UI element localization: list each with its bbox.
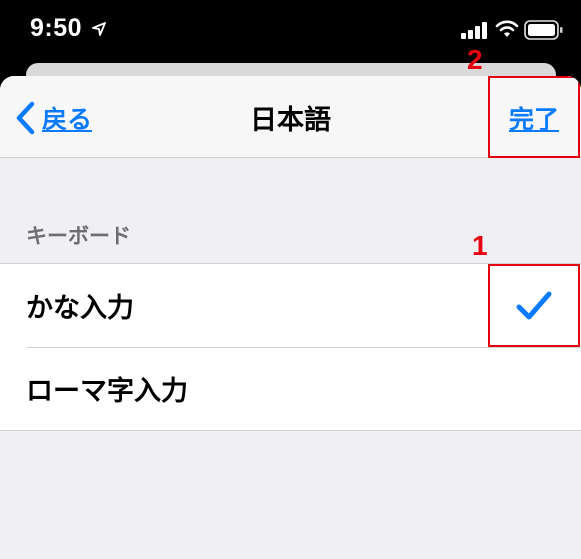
selected-checkmark-highlight xyxy=(488,264,580,347)
battery-icon xyxy=(524,20,563,40)
cellular-signal-icon xyxy=(461,22,487,39)
keyboard-options-list: かな入力 ローマ字入力 xyxy=(0,263,581,431)
navigation-bar: 戻る 日本語 完了 xyxy=(0,76,581,158)
location-arrow-icon xyxy=(92,22,106,36)
status-time: 9:50 xyxy=(30,14,83,42)
list-item-label: かな入力 xyxy=(26,293,134,324)
checkmark-icon xyxy=(516,291,552,319)
done-button-label: 完了 xyxy=(508,105,559,134)
list-item-label: ローマ字入力 xyxy=(26,376,188,407)
step-annotation-1: 1 xyxy=(472,230,488,261)
list-item-romaji-input[interactable]: ローマ字入力 xyxy=(0,347,581,430)
wifi-icon xyxy=(495,20,519,37)
language-settings-sheet: 戻る 日本語 完了 キーボード かな入力 ローマ字入力 xyxy=(0,76,581,559)
section-header-keyboard: キーボード xyxy=(26,224,131,248)
done-button[interactable]: 完了 xyxy=(488,76,580,158)
list-item-kana-input[interactable]: かな入力 xyxy=(0,264,581,347)
step-annotation-2: 2 xyxy=(467,44,483,75)
status-bar: 9:50 xyxy=(0,0,581,62)
